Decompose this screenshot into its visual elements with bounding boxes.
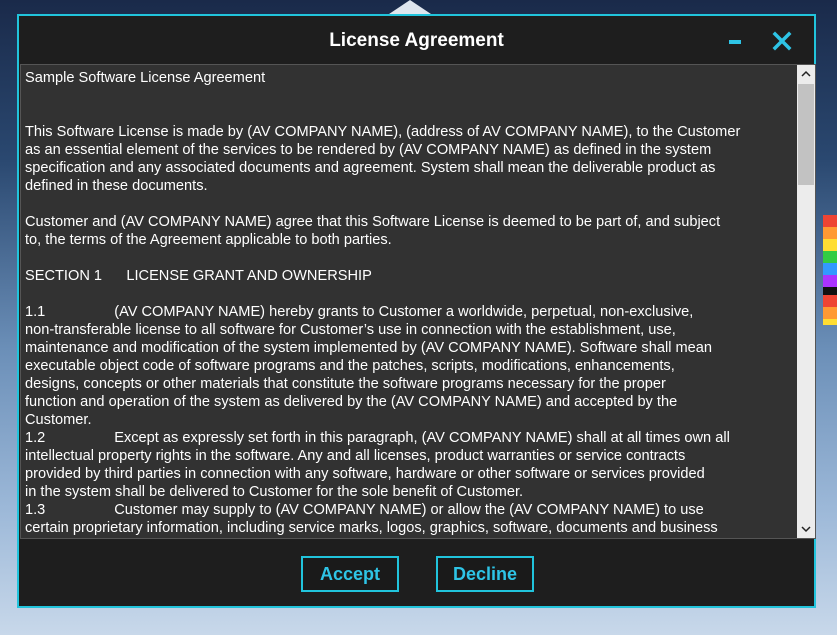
license-dialog: License Agreement Sample Software Licens…	[17, 14, 816, 608]
minimize-icon[interactable]	[727, 34, 743, 50]
background-rainbow-stripes	[823, 215, 837, 325]
scroll-down-arrow-icon[interactable]	[797, 520, 815, 538]
license-paragraph: Customer and (AV COMPANY NAME) agree tha…	[25, 214, 721, 248]
decline-button[interactable]: Decline	[436, 556, 534, 592]
license-paragraph: 1.1 (AV COMPANY NAME) hereby grants to C…	[25, 304, 713, 428]
license-paragraph: 1.2 Except as expressly set forth in thi…	[25, 430, 730, 500]
license-text-area[interactable]: Sample Software License Agreement This S…	[20, 64, 816, 539]
vertical-scrollbar[interactable]	[797, 65, 815, 538]
dialog-title: License Agreement	[329, 30, 504, 51]
license-paragraph: 1.3 Customer may supply to (AV COMPANY N…	[25, 502, 718, 536]
accept-button[interactable]: Accept	[301, 556, 399, 592]
license-paragraph: This Software License is made by (AV COM…	[25, 124, 741, 194]
dialog-titlebar: License Agreement	[19, 16, 814, 66]
license-paragraph: Sample Software License Agreement	[25, 70, 266, 86]
close-icon[interactable]	[771, 30, 793, 52]
license-paragraph: SECTION 1 LICENSE GRANT AND OWNERSHIP	[25, 268, 372, 284]
license-text: Sample Software License Agreement This S…	[25, 69, 795, 537]
scrollbar-thumb[interactable]	[798, 84, 814, 185]
scroll-up-arrow-icon[interactable]	[797, 65, 815, 83]
